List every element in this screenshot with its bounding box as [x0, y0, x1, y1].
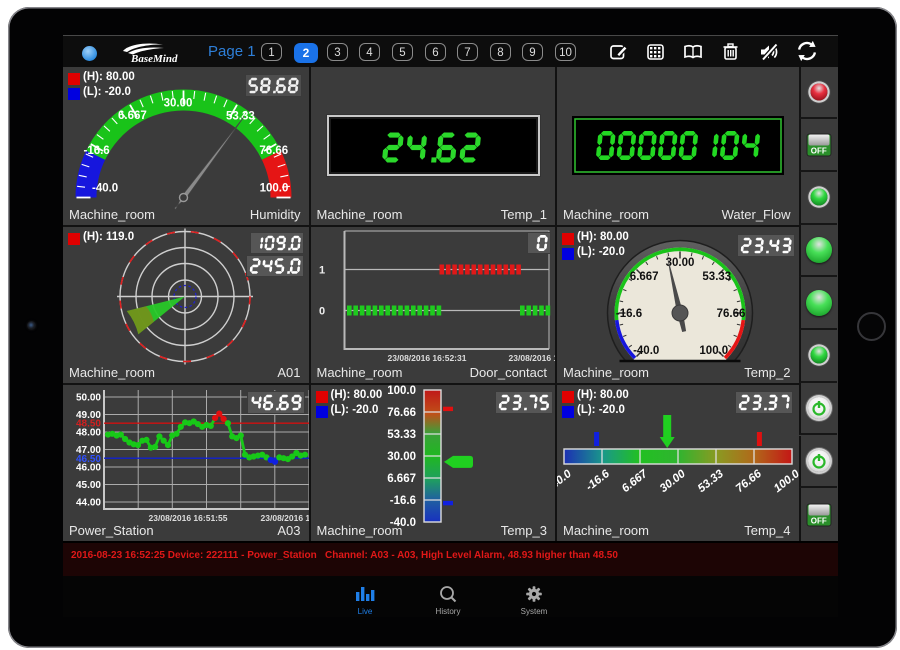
- svg-text:6.667: 6.667: [118, 110, 147, 122]
- svg-text:53.33: 53.33: [702, 271, 731, 283]
- svg-text:23/08/2016 16:58:01: 23/08/2016 16:58:01: [508, 353, 556, 363]
- svg-text:45.00: 45.00: [76, 480, 101, 491]
- svg-text:76.66: 76.66: [387, 407, 416, 419]
- svg-text:-16.6: -16.6: [389, 495, 415, 507]
- svg-text:23/08/2016 16:57:55: 23/08/2016 16:57:55: [261, 513, 309, 523]
- svg-text:6.667: 6.667: [387, 473, 416, 485]
- svg-text:53.33: 53.33: [387, 429, 416, 441]
- svg-text:0: 0: [318, 306, 324, 318]
- svg-text:100.0: 100.0: [387, 385, 416, 397]
- svg-text:-40.0: -40.0: [557, 468, 574, 494]
- svg-text:50.00: 50.00: [76, 393, 101, 404]
- svg-text:46.00: 46.00: [76, 463, 101, 474]
- svg-text:-40.0: -40.0: [92, 182, 118, 194]
- svg-text:53.33: 53.33: [226, 110, 255, 122]
- svg-text:48.00: 48.00: [76, 428, 101, 439]
- svg-text:23/08/2016 16:51:55: 23/08/2016 16:51:55: [149, 513, 228, 523]
- svg-text:-16.6: -16.6: [83, 145, 109, 157]
- svg-text:6.667: 6.667: [630, 271, 659, 283]
- svg-text:30.00: 30.00: [387, 451, 416, 463]
- svg-text:6.667: 6.667: [620, 468, 651, 496]
- svg-text:-40.0: -40.0: [633, 345, 659, 357]
- svg-text:30.00: 30.00: [164, 97, 193, 109]
- svg-text:30.00: 30.00: [658, 468, 689, 496]
- svg-text:23/08/2016 16:52:31: 23/08/2016 16:52:31: [387, 353, 466, 363]
- svg-text:53.33: 53.33: [696, 468, 727, 496]
- svg-text:BaseMind: BaseMind: [130, 53, 178, 65]
- svg-text:1: 1: [318, 265, 324, 277]
- svg-text:76.66: 76.66: [717, 308, 746, 320]
- svg-text:100.0: 100.0: [772, 468, 800, 496]
- svg-text:100.0: 100.0: [260, 182, 289, 194]
- svg-text:76.66: 76.66: [259, 145, 288, 157]
- svg-text:-16.6: -16.6: [584, 468, 613, 494]
- svg-text:76.66: 76.66: [734, 468, 765, 496]
- svg-text:44.00: 44.00: [76, 498, 101, 509]
- svg-text:100.0: 100.0: [699, 345, 728, 357]
- svg-text:-16.6: -16.6: [616, 308, 642, 320]
